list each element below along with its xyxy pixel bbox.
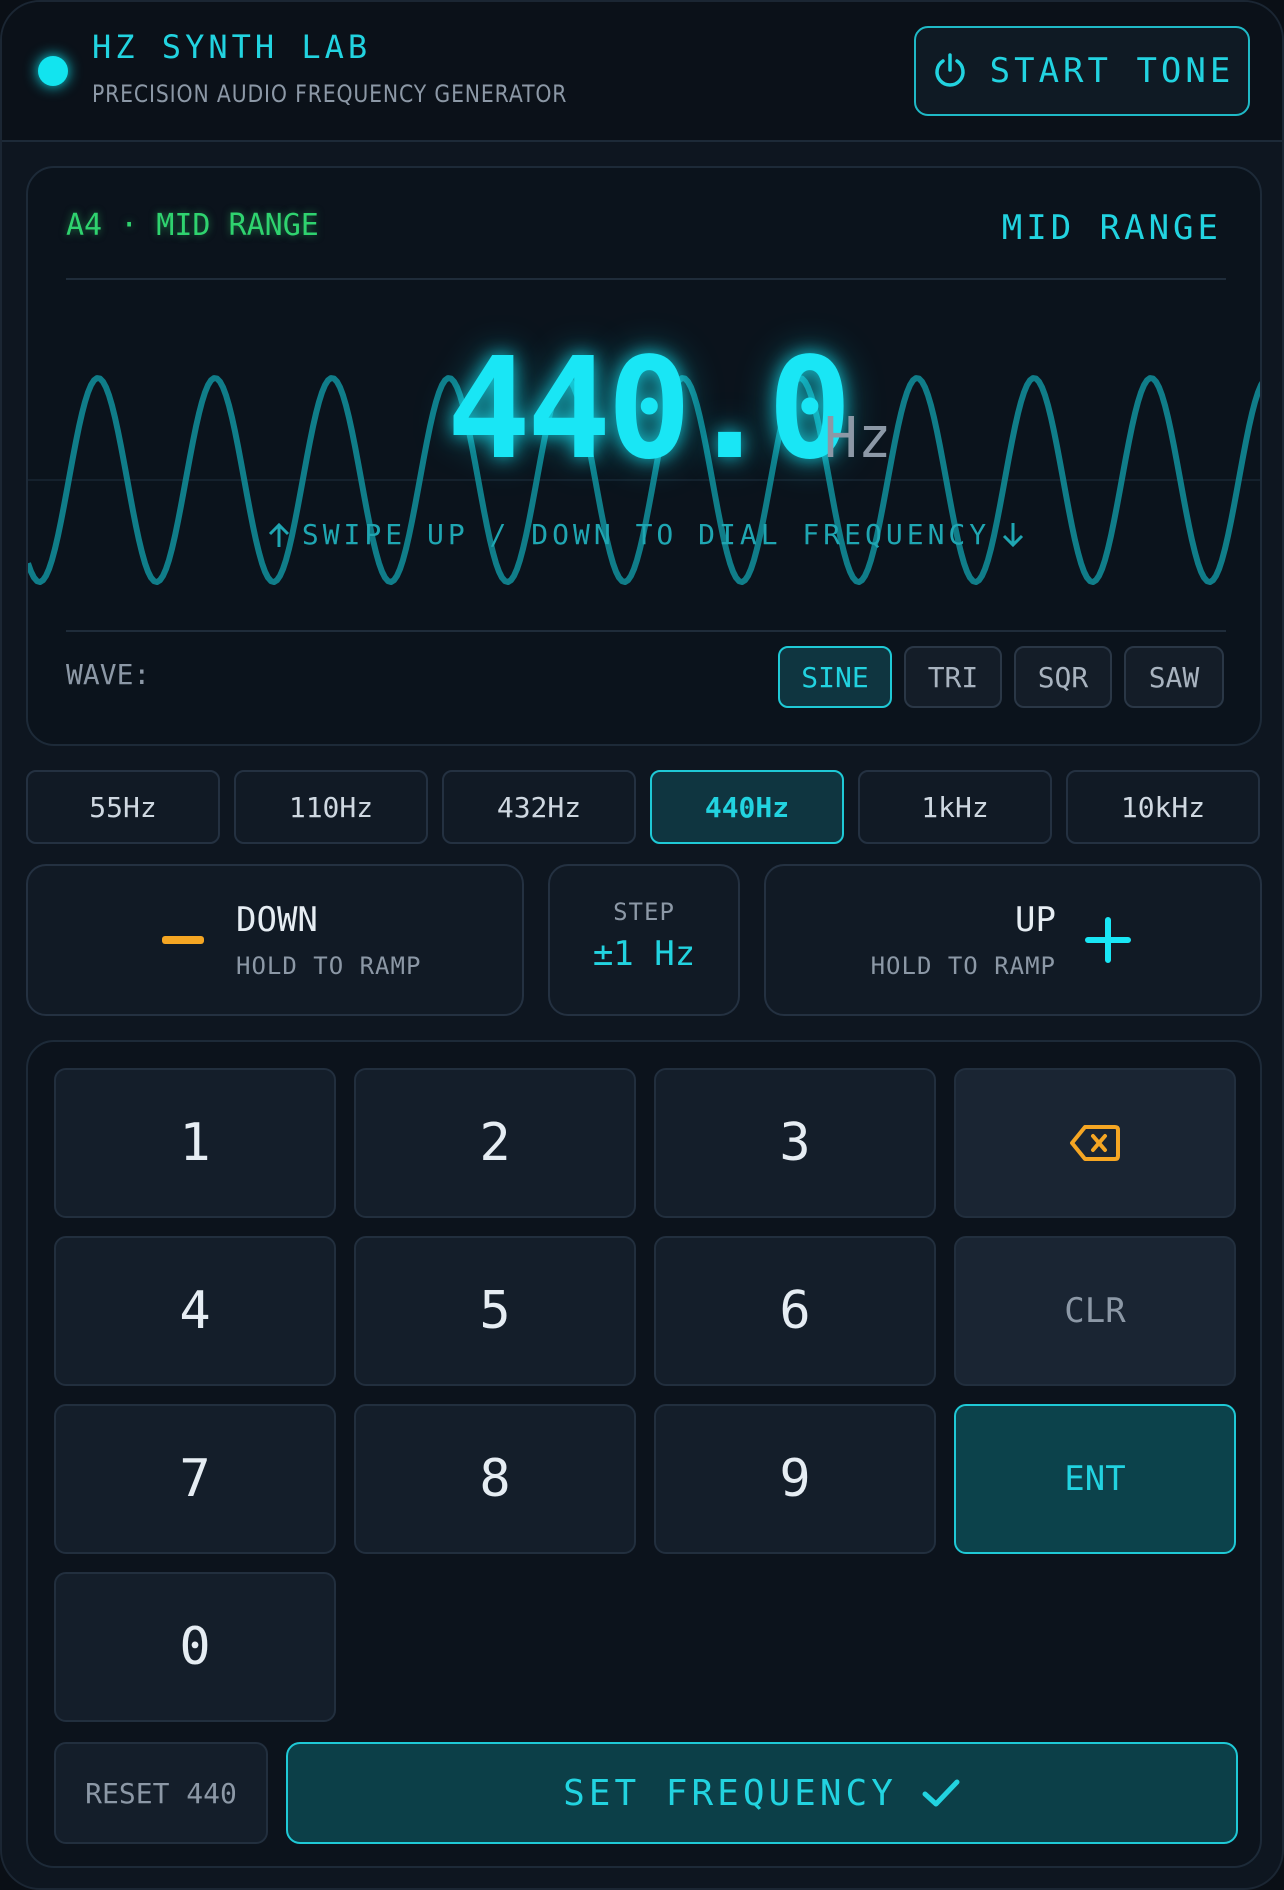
- power-icon: [934, 53, 965, 87]
- wave-saw-button[interactable]: SAW: [1124, 646, 1224, 708]
- key-2[interactable]: 2: [354, 1068, 636, 1218]
- preset-432hz-button[interactable]: 432Hz: [442, 770, 636, 844]
- swipe-hint-text: SWIPE UP / DOWN TO DIAL FREQUENCY: [301, 518, 991, 551]
- step-up-subtitle: HOLD TO RAMP: [870, 952, 1056, 980]
- key-7[interactable]: 7: [54, 1404, 336, 1554]
- range-label: MID RANGE: [1001, 208, 1222, 248]
- app-title: HZ SYNTH LAB: [92, 28, 372, 66]
- plus-icon: [1085, 917, 1131, 963]
- frequency-value: 440.0: [446, 328, 852, 491]
- frequency-display[interactable]: A4 · MID RANGE MID RANGE 440.0 Hz SWIPE …: [26, 166, 1262, 746]
- check-icon: [922, 1779, 960, 1807]
- enter-button[interactable]: ENT: [954, 1404, 1236, 1554]
- status-indicator: [38, 56, 68, 86]
- app-subtitle: PRECISION AUDIO FREQUENCY GENERATOR: [92, 80, 568, 108]
- step-down-title: DOWN: [236, 900, 318, 940]
- preset-1khz-button[interactable]: 1kHz: [858, 770, 1052, 844]
- reset-440-button[interactable]: RESET 440: [54, 1742, 268, 1844]
- step-down-button[interactable]: DOWN HOLD TO RAMP: [26, 864, 524, 1016]
- arrow-down-icon: [1003, 522, 1024, 547]
- preset-10khz-button[interactable]: 10kHz: [1066, 770, 1260, 844]
- app-window: HZ SYNTH LAB PRECISION AUDIO FREQUENCY G…: [0, 0, 1284, 1890]
- key-9[interactable]: 9: [654, 1404, 936, 1554]
- key-5[interactable]: 5: [354, 1236, 636, 1386]
- clear-button[interactable]: CLR: [954, 1236, 1236, 1386]
- set-frequency-label: SET FREQUENCY: [563, 1772, 897, 1814]
- swipe-hint: SWIPE UP / DOWN TO DIAL FREQUENCY: [28, 518, 1260, 551]
- key-1[interactable]: 1: [54, 1068, 336, 1218]
- key-6[interactable]: 6: [654, 1236, 936, 1386]
- key-3[interactable]: 3: [654, 1068, 936, 1218]
- header-bar: HZ SYNTH LAB PRECISION AUDIO FREQUENCY G…: [2, 2, 1282, 142]
- wave-sine-button[interactable]: SINE: [778, 646, 892, 708]
- minus-icon: [162, 936, 204, 944]
- start-tone-button[interactable]: START TONE: [914, 26, 1250, 116]
- backspace-button[interactable]: [954, 1068, 1236, 1218]
- key-0[interactable]: 0: [54, 1572, 336, 1722]
- backspace-icon: [1070, 1125, 1120, 1161]
- wave-label: WAVE:: [66, 658, 151, 691]
- set-frequency-button[interactable]: SET FREQUENCY: [286, 1742, 1238, 1844]
- divider: [66, 630, 1226, 632]
- key-4[interactable]: 4: [54, 1236, 336, 1386]
- step-size-display: STEP ±1 Hz: [548, 864, 740, 1016]
- step-up-title: UP: [1015, 900, 1056, 940]
- step-down-subtitle: HOLD TO RAMP: [236, 952, 422, 980]
- step-value: ±1 Hz: [592, 934, 696, 974]
- preset-440hz-button[interactable]: 440Hz: [650, 770, 844, 844]
- start-tone-label: START TONE: [989, 51, 1235, 91]
- note-label: A4 · MID RANGE: [66, 208, 319, 243]
- frequency-unit: Hz: [824, 406, 892, 471]
- preset-110hz-button[interactable]: 110Hz: [234, 770, 428, 844]
- arrow-up-icon: [268, 522, 289, 547]
- step-label: STEP: [613, 898, 675, 926]
- preset-55hz-button[interactable]: 55Hz: [26, 770, 220, 844]
- keypad-panel: 1 2 3 4 5 6 CLR 7 8 9 ENT 0 RESET 440 SE…: [26, 1040, 1262, 1868]
- key-8[interactable]: 8: [354, 1404, 636, 1554]
- wave-sqr-button[interactable]: SQR: [1014, 646, 1112, 708]
- divider: [66, 278, 1226, 280]
- step-up-button[interactable]: UP HOLD TO RAMP: [764, 864, 1262, 1016]
- wave-tri-button[interactable]: TRI: [904, 646, 1002, 708]
